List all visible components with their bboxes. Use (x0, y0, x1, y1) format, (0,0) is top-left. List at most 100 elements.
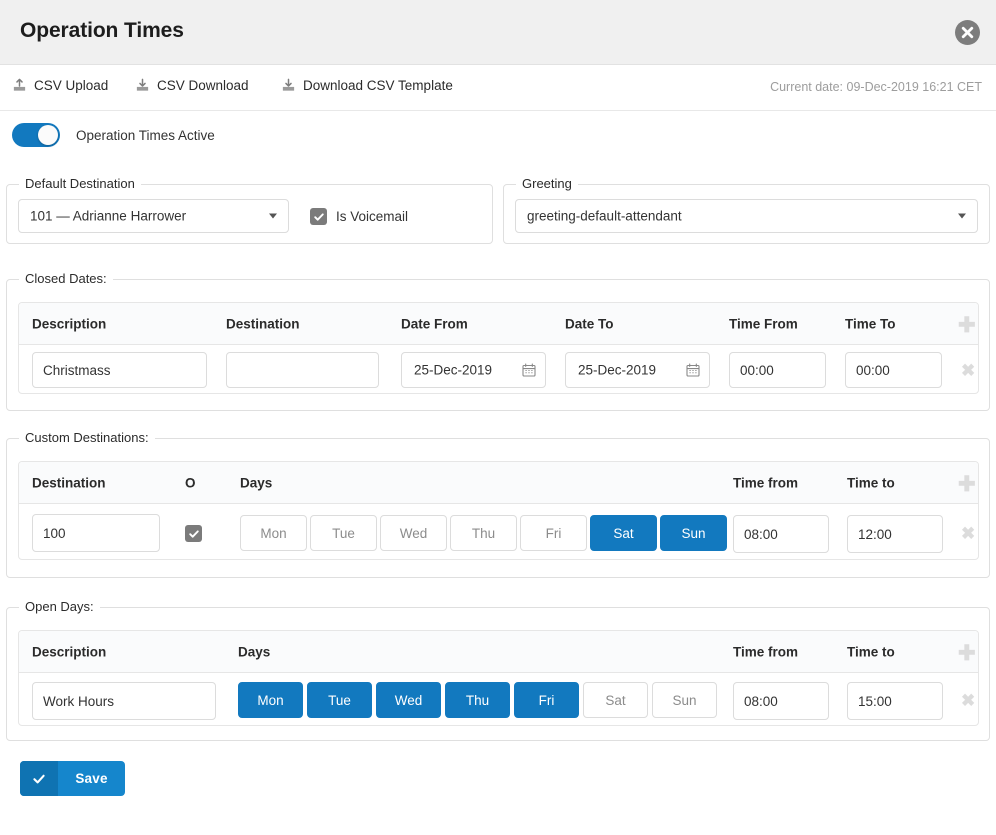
upload-icon (12, 78, 27, 93)
csv-download-button[interactable]: CSV Download (135, 78, 249, 93)
column-header-description: Description (32, 316, 107, 331)
column-header-days: Days (238, 644, 271, 659)
column-header-o: O (185, 475, 196, 490)
day-toggle-fri[interactable]: Fri (520, 515, 587, 551)
day-toggle-wed[interactable]: Wed (380, 515, 447, 551)
closed-date-to-field[interactable]: 25-Dec-2019 (565, 352, 710, 388)
day-toggle-mon[interactable]: Mon (238, 682, 303, 718)
day-label: Thu (471, 525, 496, 541)
day-label: Tue (328, 692, 351, 708)
closed-date-description-input[interactable] (32, 352, 207, 388)
closed-date-from-field[interactable]: 25-Dec-2019 (401, 352, 546, 388)
add-closed-date-button[interactable]: ✚ (958, 315, 976, 336)
column-header-days: Days (240, 475, 273, 490)
table-row: Mon Tue Wed Thu Fri Sat Sun ✖ (19, 673, 978, 725)
csv-upload-label: CSV Upload (34, 78, 109, 93)
column-header-destination: Destination (32, 475, 106, 490)
save-button[interactable]: Save (20, 761, 125, 796)
day-toggle-thu[interactable]: Thu (450, 515, 517, 551)
greeting-section: Greeting greeting-default-attendant (503, 176, 990, 244)
day-toggle-sat[interactable]: Sat (590, 515, 657, 551)
day-label: Wed (399, 525, 428, 541)
current-date-text: Current date: 09-Dec-2019 16:21 CET (770, 80, 982, 94)
closed-date-time-to-input[interactable] (845, 352, 942, 388)
csv-download-label: CSV Download (157, 78, 249, 93)
modal-header: Operation Times (0, 0, 996, 65)
greeting-legend: Greeting (516, 176, 578, 191)
custom-destinations-header: Destination O Days Time from Time to ✚ (19, 462, 978, 504)
default-destination-section: Default Destination 101 — Adrianne Harro… (6, 176, 493, 244)
day-toggle-mon[interactable]: Mon (240, 515, 307, 551)
greeting-value: greeting-default-attendant (527, 208, 682, 224)
day-label: Sun (681, 525, 706, 541)
operation-times-active-toggle[interactable] (12, 123, 60, 147)
open-days-table: Description Days Time from Time to ✚ Mon… (18, 630, 979, 726)
custom-destinations-legend: Custom Destinations: (19, 430, 155, 445)
custom-destinations-section: Custom Destinations: Destination O Days … (6, 430, 990, 578)
delete-closed-date-button[interactable]: ✖ (961, 362, 975, 379)
add-custom-destination-button[interactable]: ✚ (958, 474, 976, 495)
column-header-time-from: Time From (729, 316, 798, 331)
chevron-down-icon (958, 213, 966, 219)
table-row: Mon Tue Wed Thu Fri Sat Sun ✖ (19, 504, 978, 559)
default-destination-select[interactable]: 101 — Adrianne Harrower (18, 199, 289, 233)
day-toggle-sun[interactable]: Sun (652, 682, 717, 718)
column-header-time-to: Time To (845, 316, 896, 331)
column-header-description: Description (32, 644, 107, 659)
day-toggle-sun[interactable]: Sun (660, 515, 727, 551)
add-open-day-button[interactable]: ✚ (958, 643, 976, 664)
calendar-icon[interactable] (686, 363, 700, 377)
open-days-section: Open Days: Description Days Time from Ti… (6, 599, 990, 741)
custom-destination-time-to-input[interactable] (847, 515, 943, 553)
closed-dates-table: Description Destination Date From Date T… (18, 302, 979, 394)
day-toggle-wed[interactable]: Wed (376, 682, 441, 718)
calendar-icon[interactable] (522, 363, 536, 377)
open-day-time-from-input[interactable] (733, 682, 829, 720)
column-header-time-from: Time from (733, 644, 799, 659)
day-label: Sat (613, 525, 634, 541)
toolbar: CSV Upload CSV Download Download CSV Tem… (0, 65, 996, 111)
delete-open-day-button[interactable]: ✖ (961, 692, 975, 709)
save-label: Save (75, 771, 108, 786)
day-label: Mon (257, 692, 284, 708)
day-toggle-fri[interactable]: Fri (514, 682, 579, 718)
open-day-time-to-input[interactable] (847, 682, 943, 720)
day-label: Thu (465, 692, 490, 708)
default-destination-legend: Default Destination (19, 176, 141, 191)
day-toggle-tue[interactable]: Tue (307, 682, 372, 718)
is-voicemail-label: Is Voicemail (336, 209, 409, 224)
column-header-date-from: Date From (401, 316, 468, 331)
download-icon (281, 78, 296, 93)
close-circle-icon[interactable] (955, 20, 980, 45)
open-days-header: Description Days Time from Time to ✚ (19, 631, 978, 673)
day-toggle-sat[interactable]: Sat (583, 682, 648, 718)
day-label: Sun (672, 692, 697, 708)
day-label: Fri (538, 692, 555, 708)
operation-times-toggle-row: Operation Times Active (0, 111, 996, 163)
custom-destination-o-checkbox[interactable] (185, 525, 202, 542)
custom-destination-time-from-input[interactable] (733, 515, 829, 553)
greeting-select[interactable]: greeting-default-attendant (515, 199, 978, 233)
operation-times-active-label: Operation Times Active (76, 128, 215, 143)
download-csv-template-button[interactable]: Download CSV Template (281, 78, 453, 93)
day-toggle-tue[interactable]: Tue (310, 515, 377, 551)
day-label: Wed (394, 692, 423, 708)
closed-date-time-from-input[interactable] (729, 352, 826, 388)
column-header-date-to: Date To (565, 316, 614, 331)
column-header-time-to: Time to (847, 644, 895, 659)
closed-dates-legend: Closed Dates: (19, 271, 113, 286)
closed-dates-header: Description Destination Date From Date T… (19, 303, 978, 345)
closed-date-destination-input[interactable] (226, 352, 379, 388)
column-header-time-to: Time to (847, 475, 895, 490)
open-days-legend: Open Days: (19, 599, 100, 614)
day-label: Mon (260, 525, 287, 541)
delete-custom-destination-button[interactable]: ✖ (961, 525, 975, 542)
column-header-time-from: Time from (733, 475, 799, 490)
custom-destination-input[interactable] (32, 514, 160, 552)
day-toggle-thu[interactable]: Thu (445, 682, 510, 718)
csv-upload-button[interactable]: CSV Upload (12, 78, 108, 93)
open-day-description-input[interactable] (32, 682, 216, 720)
closed-dates-section: Closed Dates: Description Destination Da… (6, 271, 990, 411)
is-voicemail-checkbox[interactable]: Is Voicemail (310, 208, 408, 225)
column-header-destination: Destination (226, 316, 300, 331)
